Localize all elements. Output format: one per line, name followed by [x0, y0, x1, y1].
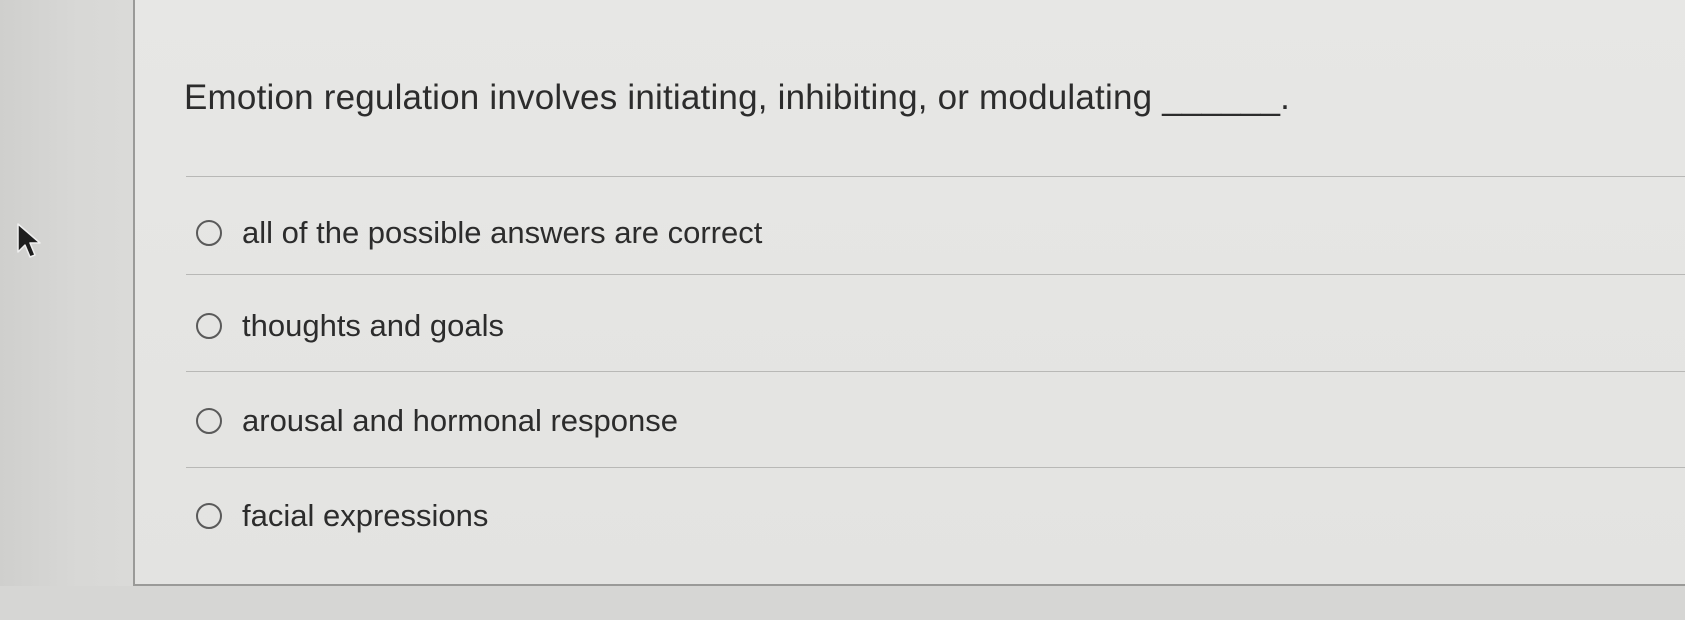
choice-option-1[interactable]: all of the possible answers are correct — [196, 213, 762, 253]
choice-divider — [186, 274, 1685, 275]
radio-button-icon[interactable] — [196, 408, 222, 434]
bottom-strip — [0, 586, 1685, 620]
radio-button-icon[interactable] — [196, 503, 222, 529]
radio-button-icon[interactable] — [196, 220, 222, 246]
choice-divider — [186, 467, 1685, 468]
left-margin — [0, 0, 133, 620]
choice-label[interactable]: thoughts and goals — [242, 308, 504, 344]
choice-label[interactable]: arousal and hormonal response — [242, 403, 678, 439]
choice-divider — [186, 371, 1685, 372]
choice-label[interactable]: all of the possible answers are correct — [242, 215, 762, 251]
choice-option-2[interactable]: thoughts and goals — [196, 306, 504, 346]
choice-option-4[interactable]: facial expressions — [196, 496, 488, 536]
mouse-pointer-icon — [17, 223, 41, 258]
choice-option-3[interactable]: arousal and hormonal response — [196, 401, 678, 441]
question-divider — [186, 176, 1685, 177]
radio-button-icon[interactable] — [196, 313, 222, 339]
question-text: Emotion regulation involves initiating, … — [184, 78, 1291, 117]
choice-label[interactable]: facial expressions — [242, 498, 488, 534]
